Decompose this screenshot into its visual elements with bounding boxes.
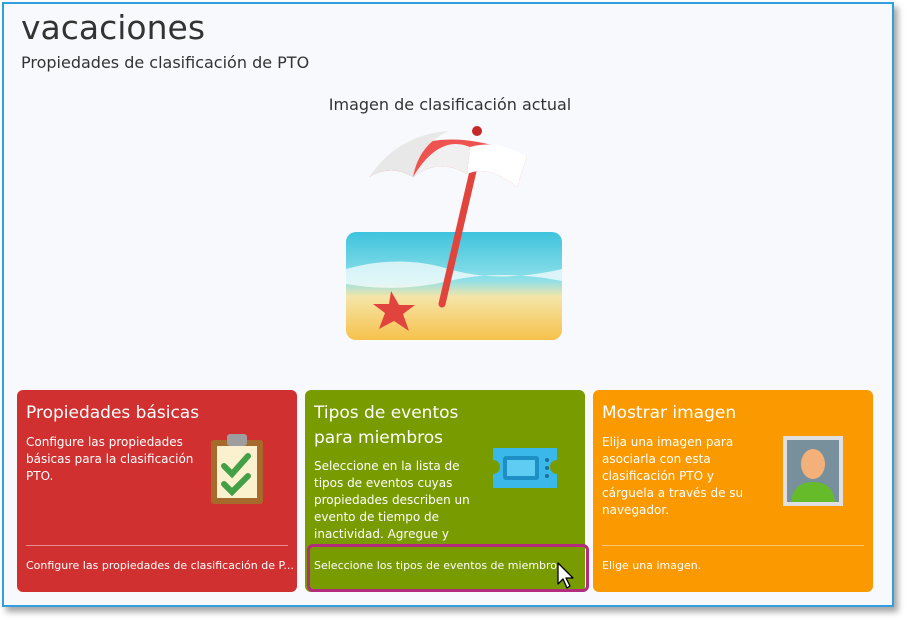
card-description: Elija una imagen para asociarla con esta… bbox=[602, 435, 744, 517]
card-title: Propiedades básicas bbox=[26, 403, 200, 423]
card-show-image[interactable]: Mostrar imagen Elija una imagen para aso… bbox=[593, 390, 873, 592]
image-caption: Imagen de clasificación actual bbox=[328, 95, 572, 114]
ticket-icon bbox=[493, 448, 557, 488]
card-divider bbox=[602, 545, 864, 546]
card-title: Mostrar imagen bbox=[602, 403, 737, 423]
card-divider bbox=[26, 545, 288, 546]
beach-umbrella-icon bbox=[346, 126, 562, 340]
card-link-choose-image[interactable]: Elige una imagen. bbox=[602, 559, 701, 572]
card-link-configure[interactable]: Configure las propiedades de clasificaci… bbox=[26, 559, 294, 572]
page-subtitle: Propiedades de clasificación de PTO bbox=[21, 53, 310, 72]
user-photo-icon bbox=[783, 436, 843, 506]
clipboard-checklist-icon bbox=[211, 434, 263, 504]
link-highlight-box bbox=[307, 544, 589, 592]
mouse-cursor-icon bbox=[557, 562, 574, 589]
card-basic-properties[interactable]: Propiedades básicas Configure las propie… bbox=[17, 390, 297, 592]
card-title: Tipos de eventos para miembros bbox=[314, 403, 459, 448]
card-description: Configure las propiedades básicas para l… bbox=[26, 435, 194, 483]
card-description: Seleccione en la lista de tipos de event… bbox=[314, 459, 470, 541]
page-title: vacaciones bbox=[21, 8, 206, 47]
